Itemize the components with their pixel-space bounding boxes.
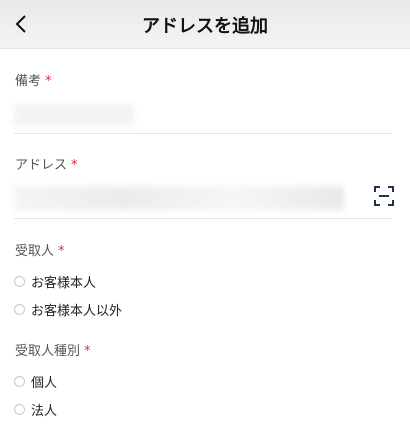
radio-label: 法人 — [31, 404, 58, 419]
app-header: アドレスを追加 — [0, 0, 410, 49]
qr-scan-icon — [374, 186, 394, 206]
recipient-option-self[interactable]: お客様本人 — [14, 272, 96, 291]
radio-button[interactable] — [14, 376, 25, 387]
recipient-option-other[interactable]: お客様本人以外 — [14, 300, 122, 319]
memo-underline — [14, 133, 392, 134]
memo-label-text: 備考 — [15, 74, 42, 89]
required-mark: * — [45, 74, 52, 89]
address-underline — [14, 218, 392, 219]
address-input[interactable] — [14, 186, 344, 210]
radio-button[interactable] — [14, 304, 25, 315]
radio-label: お客様本人以外 — [31, 304, 123, 319]
address-label: アドレス * — [15, 154, 78, 173]
required-mark: * — [84, 344, 91, 359]
recipient-type-option-corporate[interactable]: 法人 — [14, 400, 57, 419]
recipient-type-option-individual[interactable]: 個人 — [14, 372, 57, 391]
scan-button[interactable] — [374, 186, 394, 206]
memo-label: 備考 * — [15, 70, 52, 89]
recipient-type-label-text: 受取人種別 — [15, 344, 81, 359]
recipient-type-label: 受取人種別 * — [15, 340, 91, 359]
radio-button[interactable] — [14, 404, 25, 415]
memo-input[interactable] — [14, 104, 134, 126]
recipient-label: 受取人 * — [15, 240, 65, 259]
recipient-label-text: 受取人 — [15, 244, 55, 259]
required-mark: * — [58, 244, 65, 259]
required-mark: * — [71, 158, 78, 173]
address-label-text: アドレス — [15, 158, 68, 173]
radio-button[interactable] — [14, 276, 25, 287]
radio-label: 個人 — [31, 376, 58, 391]
radio-label: お客様本人 — [31, 276, 97, 291]
page-title: アドレスを追加 — [142, 16, 268, 37]
